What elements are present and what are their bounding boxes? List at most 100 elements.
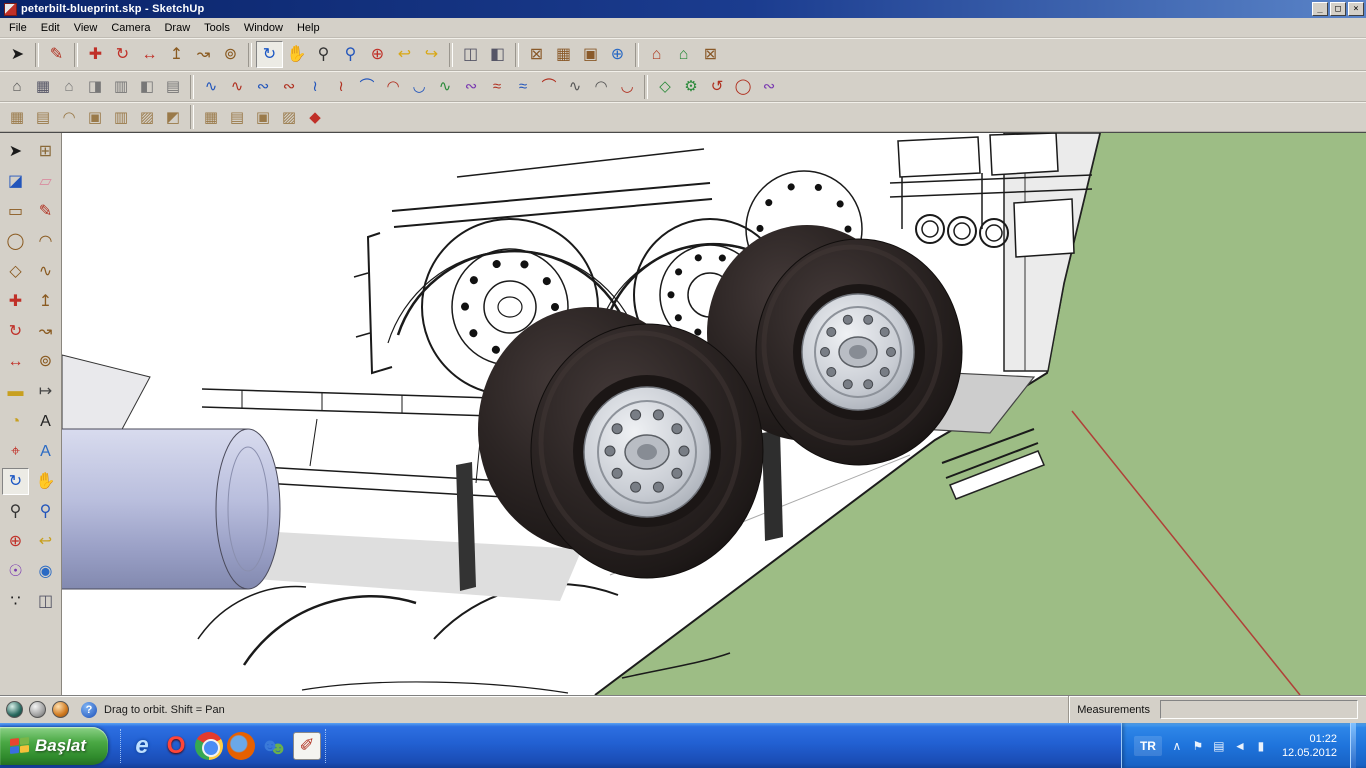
next-view-button[interactable]: ↪ [418, 41, 445, 68]
position-camera-tool[interactable]: ☉ [2, 558, 29, 585]
language-indicator[interactable]: TR [1133, 735, 1162, 756]
make-component-tool[interactable]: ⊞ [32, 138, 59, 165]
zoom-tool[interactable]: ⚲ [2, 498, 29, 525]
front-view-button[interactable]: ⌂ [56, 74, 82, 99]
interpolate-curve-tool-button[interactable]: ≈ [510, 74, 536, 99]
close-button[interactable]: × [1348, 2, 1364, 16]
offset-tool-button[interactable]: ⊚ [217, 41, 244, 68]
components-button[interactable]: ⊠ [697, 41, 724, 68]
right-view-button[interactable]: ◨ [82, 74, 108, 99]
restore-button[interactable]: □ [1330, 2, 1346, 16]
polygon-shape-tool-button[interactable]: ◇ [652, 74, 678, 99]
tape-measure-tool[interactable]: ▬ [2, 378, 29, 405]
geolocation-status-icon[interactable] [6, 701, 23, 718]
firefox-launcher[interactable] [227, 731, 256, 760]
top-view-button[interactable]: ▦ [30, 74, 56, 99]
sandbox-smoove-button[interactable]: ◠ [56, 105, 82, 130]
follow-me-tool[interactable]: ↝ [32, 318, 59, 345]
rational-bezier-tool-button[interactable]: ∿ [224, 74, 250, 99]
edit-curve-tool-button[interactable]: ∿ [562, 74, 588, 99]
terrain-triangulate-button[interactable]: ◆ [302, 105, 328, 130]
menu-edit[interactable]: Edit [34, 19, 67, 37]
left-view-button[interactable]: ◧ [134, 74, 160, 99]
chrome-launcher[interactable] [195, 731, 224, 760]
section-plane-tool[interactable]: ◫ [32, 588, 59, 615]
toggle-terrain-button[interactable]: ▦ [550, 41, 577, 68]
minimize-button[interactable]: _ [1312, 2, 1328, 16]
iso-view-button[interactable]: ⌂ [4, 74, 30, 99]
smooth-curve-tool-button[interactable]: ⌒ [536, 74, 562, 99]
move-tool-button[interactable]: ✚ [82, 41, 109, 68]
sandbox-drape-button[interactable]: ▥ [108, 105, 134, 130]
menu-tools[interactable]: Tools [197, 19, 237, 37]
get-current-view-button[interactable]: ⊠ [523, 41, 550, 68]
circle-tool[interactable]: ◯ [2, 228, 29, 255]
clock[interactable]: 01:22 12.05.2012 [1276, 732, 1337, 760]
clipboard-tray-icon[interactable]: ▤ [1211, 739, 1227, 753]
modeling-viewport[interactable] [62, 133, 1366, 695]
spiral-curve-tool-button[interactable]: ≈ [484, 74, 510, 99]
bottom-view-button[interactable]: ▤ [160, 74, 186, 99]
menu-help[interactable]: Help [290, 19, 327, 37]
line-tool[interactable]: ✎ [32, 198, 59, 225]
credit-status-icon[interactable] [29, 701, 46, 718]
hidden-icons-chevron[interactable]: ∧ [1169, 739, 1185, 753]
select-tool-button[interactable]: ➤ [4, 41, 31, 68]
internet-explorer-launcher[interactable]: e [127, 731, 157, 761]
share-model-button[interactable]: ⌂ [670, 41, 697, 68]
sandbox-from-scratch-button[interactable]: ▤ [30, 105, 56, 130]
zoom-window-tool[interactable]: ⚲ [32, 498, 59, 525]
scale-tool[interactable]: ↔ [2, 348, 29, 375]
convert-curve-tool-button[interactable]: ◠ [588, 74, 614, 99]
oval-shape-tool-button[interactable]: ◯ [730, 74, 756, 99]
push-pull-tool[interactable]: ↥ [32, 288, 59, 315]
walk-tool[interactable]: ∵ [2, 588, 29, 615]
quicklaunch-grip[interactable] [120, 728, 123, 763]
dimension-tool[interactable]: ↦ [32, 378, 59, 405]
menu-view[interactable]: View [67, 19, 105, 37]
terrain-mesh-button[interactable]: ▤ [224, 105, 250, 130]
previous-view-button[interactable]: ↩ [391, 41, 418, 68]
menu-draw[interactable]: Draw [157, 19, 197, 37]
polygon-tool[interactable]: ◇ [2, 258, 29, 285]
section-cuts-toggle-button[interactable]: ◧ [484, 41, 511, 68]
zoom-window-tool-button[interactable]: ⚲ [337, 41, 364, 68]
offset-tool[interactable]: ⊚ [32, 348, 59, 375]
sandbox-add-detail-button[interactable]: ▨ [134, 105, 160, 130]
scale-tool-button[interactable]: ↔ [136, 41, 163, 68]
messenger-launcher[interactable]: ☻ [259, 731, 289, 761]
look-around-tool[interactable]: ◉ [32, 558, 59, 585]
notes-launcher[interactable]: ✐ [293, 731, 322, 760]
terrain-vertex-edit-button[interactable]: ▣ [250, 105, 276, 130]
rectangle-tool[interactable]: ▭ [2, 198, 29, 225]
volume-tray-icon[interactable]: ◄ [1232, 739, 1248, 753]
quadratic-bspline-tool-button[interactable]: ≀ [302, 74, 328, 99]
start-button[interactable]: Başlat [0, 726, 109, 765]
freeform-shape-tool-button[interactable]: ∾ [756, 74, 782, 99]
line-tool-button[interactable]: ✎ [43, 41, 70, 68]
push-pull-tool-button[interactable]: ↥ [163, 41, 190, 68]
network-tray-icon[interactable]: ▮ [1253, 739, 1269, 753]
orbit-tool-button[interactable]: ↻ [256, 41, 283, 68]
catmull-rom-tool-button[interactable]: ≀ [328, 74, 354, 99]
zoom-extents-button[interactable]: ⊕ [364, 41, 391, 68]
preview-in-google-earth-button[interactable]: ⊕ [604, 41, 631, 68]
menu-window[interactable]: Window [237, 19, 290, 37]
loop-shape-tool-button[interactable]: ↺ [704, 74, 730, 99]
3d-text-tool[interactable]: A [32, 438, 59, 465]
bezier-classic-tool-button[interactable]: ∿ [198, 74, 224, 99]
arc-tool[interactable]: ◠ [32, 228, 59, 255]
zoom-tool-button[interactable]: ⚲ [310, 41, 337, 68]
segment-curve-tool-button[interactable]: ∿ [432, 74, 458, 99]
move-tool[interactable]: ✚ [2, 288, 29, 315]
pan-tool[interactable]: ✋ [32, 468, 59, 495]
photo-textures-button[interactable]: ▣ [577, 41, 604, 68]
f-spline-tool-button[interactable]: ⌒ [354, 74, 380, 99]
taskbar-grip[interactable] [325, 728, 328, 763]
notification-flag-icon[interactable]: ⚑ [1190, 739, 1206, 753]
back-view-button[interactable]: ▥ [108, 74, 134, 99]
arc-polyline-tool-button[interactable]: ◡ [406, 74, 432, 99]
sandbox-flip-edge-button[interactable]: ◩ [160, 105, 186, 130]
bezier-polyline-tool-button[interactable]: ◠ [380, 74, 406, 99]
select-tool[interactable]: ➤ [2, 138, 29, 165]
